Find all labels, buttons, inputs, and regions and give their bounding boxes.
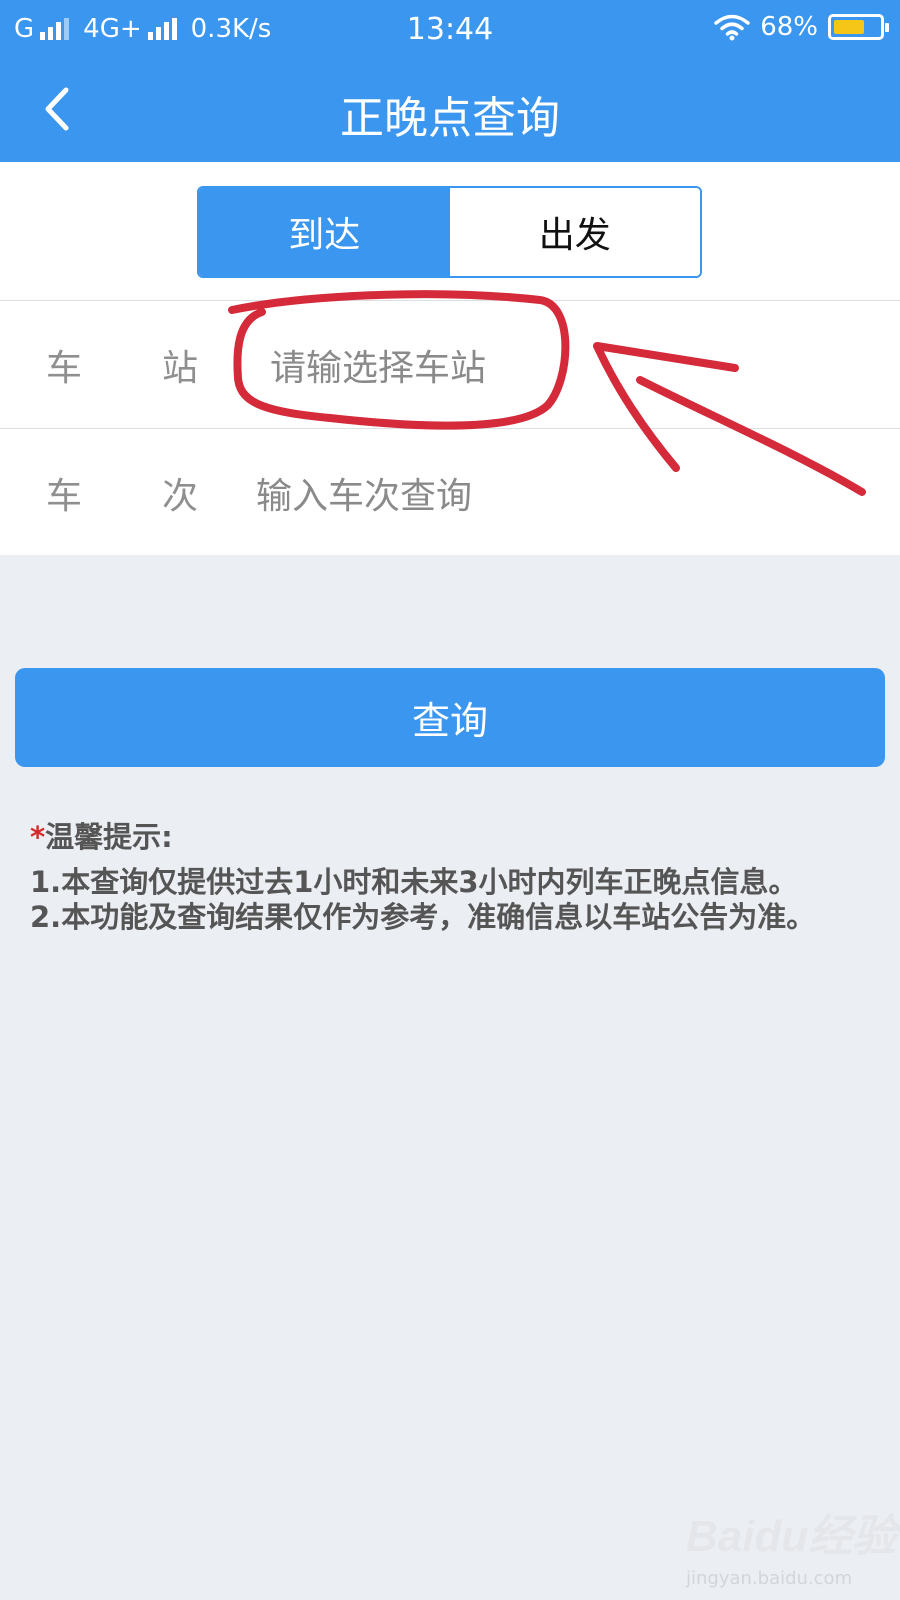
station-row[interactable]: 车 站 请输选择车站 [0, 301, 900, 427]
battery-level [834, 20, 864, 34]
train-label-char-2: 次 [162, 476, 199, 517]
tabs-area: 到达 出发 [0, 162, 900, 300]
status-bar: G 4G+ 0.3K/s 13:44 68% [0, 0, 900, 60]
tip-line-1: 1.本查询仅提供过去1小时和未来3小时内列车正晚点信息。 [30, 865, 798, 899]
watermark-url: jingyan.baidu.com [686, 1568, 853, 1589]
train-label-char-1: 车 [46, 476, 83, 517]
battery-percent: 68% [760, 12, 818, 42]
wifi-icon [714, 14, 750, 41]
watermark: Baidu经验 jingyan.baidu.com [686, 1500, 896, 1589]
query-button[interactable]: 查询 [15, 668, 885, 767]
query-form: 车 站 请输选择车站 车 次 输入车次查询 [0, 300, 900, 555]
battery-icon [828, 14, 889, 40]
station-label-char-2: 站 [162, 348, 199, 389]
tips-title-line: *温馨提示: [30, 820, 880, 855]
tip-line-2: 2.本功能及查询结果仅作为参考，准确信息以车站公告为准。 [30, 900, 816, 934]
required-star: * [30, 820, 46, 854]
status-right: 68% [714, 12, 889, 42]
page-title: 正晚点查询 [340, 93, 560, 144]
train-number-input[interactable]: 输入车次查询 [256, 467, 472, 519]
tips-title: 温馨提示: [45, 820, 173, 854]
station-label-char-1: 车 [46, 348, 83, 389]
station-input[interactable]: 请输选择车站 [270, 339, 486, 391]
tab-arrival[interactable]: 到达 [199, 188, 450, 276]
direction-segmented-control: 到达 出发 [197, 186, 702, 278]
tips-section: *温馨提示: 1.本查询仅提供过去1小时和未来3小时内列车正晚点信息。 2.本功… [30, 820, 880, 935]
tab-departure[interactable]: 出发 [449, 188, 700, 276]
app-bar: G 4G+ 0.3K/s 13:44 68% 正晚点查询 [0, 0, 900, 162]
train-number-row[interactable]: 车 次 输入车次查询 [0, 429, 900, 555]
watermark-logo: Baidu经验 [686, 1512, 897, 1561]
